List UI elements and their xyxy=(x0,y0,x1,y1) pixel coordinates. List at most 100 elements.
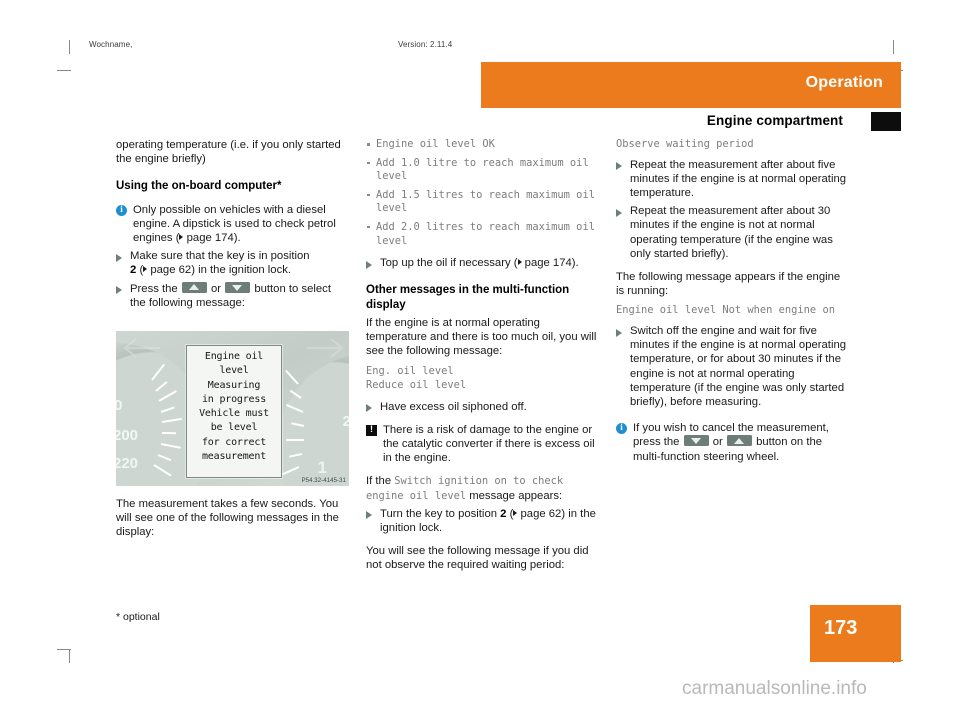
page-ref-icon xyxy=(513,509,518,516)
step-press-lead: Press the xyxy=(130,282,178,295)
turnkey-pageref: page 62 xyxy=(520,507,562,520)
section-row: Engine compartment xyxy=(481,112,901,134)
step-triangle-icon xyxy=(366,404,372,413)
heading-onboard-computer-text: Using the on-board computer xyxy=(116,180,277,193)
message-observe-waiting: Observe waiting period xyxy=(616,138,754,150)
step-triangle-icon xyxy=(116,253,122,262)
step-repeat-five-min: Repeat the measurement after about five … xyxy=(616,158,849,201)
message-excess-line1: Eng. oil level xyxy=(366,365,454,378)
ghost-arrow-right-icon xyxy=(305,337,345,359)
topup-tail: ). xyxy=(571,257,579,270)
mfd-line: in progress xyxy=(201,393,267,405)
after-figure-block: The measurement takes a few seconds. You… xyxy=(116,497,349,540)
section-tab-marker xyxy=(871,112,901,131)
crop-mark-bottom-left xyxy=(69,649,70,663)
step-repeat-thirty-min: Repeat the measurement after about 30 mi… xyxy=(616,204,849,261)
para-engine-running: The following message appears if the eng… xyxy=(616,271,841,298)
dial-label-200: 200 xyxy=(116,427,139,444)
dial-label-right: 2 xyxy=(342,413,349,430)
chevron-up-icon xyxy=(188,284,199,291)
step-top-up-oil-text: Top up the oil if necessary ( page 174). xyxy=(380,256,599,270)
ifthe-tail: message appears: xyxy=(469,489,563,502)
para-too-much-oil: If the engine is at normal operating tem… xyxy=(366,316,597,358)
step-triangle-icon xyxy=(616,208,622,217)
multifunction-display-screen: Engine oil level Measuring in progress V… xyxy=(186,345,282,478)
cancel-or: or xyxy=(712,436,723,449)
mfd-line: be level xyxy=(210,422,258,434)
message-not-when-engine-on: Engine oil level Not when engine on xyxy=(616,304,835,317)
crop-mark-left-upper xyxy=(57,70,71,71)
gear-indicator: 1 xyxy=(317,458,327,477)
topup-pageref: page 174 xyxy=(524,257,572,270)
column-right: Observe waiting period Repeat the measur… xyxy=(616,138,849,464)
rocker-down-button-icon[interactable] xyxy=(683,435,709,447)
bullet-dot-icon xyxy=(367,161,370,165)
dial-tick xyxy=(286,439,304,441)
heading-other-messages: Other messages in the multi-function dis… xyxy=(366,284,570,311)
step-turn-key-text: Turn the key to position 2 ( page 62) in… xyxy=(380,507,599,535)
step-key-value: 2 xyxy=(130,264,137,277)
page-ref-icon xyxy=(179,234,184,241)
dial-tick xyxy=(161,432,177,435)
dial-label-0: 0 xyxy=(116,397,123,414)
info-note-diesel: Only possible on vehicles with a diesel … xyxy=(116,203,349,246)
step-siphon-oil-text: Have excess oil siphoned off. xyxy=(380,400,527,413)
info-note-cancel: If you wish to cancel the measurement, p… xyxy=(616,421,849,464)
chapter-title: Operation xyxy=(805,74,883,91)
step-repeat-thirty-min-text: Repeat the measurement after about 30 mi… xyxy=(630,205,833,260)
step-key-position-text: Make sure that the key is in position 2 (… xyxy=(130,249,349,277)
mfd-line: level xyxy=(219,365,249,377)
step-key-pageref: page 62 xyxy=(150,264,192,277)
heading-footnote-star: * xyxy=(277,180,282,193)
display-message-item: Add 2.0 litres to reach maximum oil leve… xyxy=(366,221,599,248)
rocker-down-button-icon[interactable] xyxy=(225,281,251,293)
page-ref-icon xyxy=(143,266,148,273)
step-key-tail: ) in the ignition lock. xyxy=(191,264,292,277)
step-triangle-icon xyxy=(616,328,622,337)
prepress-left-text: Wochname, xyxy=(89,41,133,49)
step-triangle-icon xyxy=(366,511,372,520)
dial-label-220: 220 xyxy=(116,455,139,472)
ifthe-lead: If the xyxy=(366,475,392,488)
step-triangle-icon xyxy=(116,286,122,295)
arrow-left-svg xyxy=(123,338,160,358)
crop-mark-top-right xyxy=(893,40,894,54)
mfd-line: Engine oil xyxy=(204,351,264,362)
step-triangle-icon xyxy=(366,260,372,269)
mfd-line: for correct xyxy=(201,436,267,448)
mfd-line: Vehicle must xyxy=(199,408,269,420)
mfd-line: Measuring xyxy=(207,379,261,391)
after-figure-text: The measurement takes a few seconds. You… xyxy=(116,498,339,539)
step-triangle-icon xyxy=(616,162,622,171)
rocker-up-button-icon[interactable] xyxy=(181,281,207,293)
section-title: Engine compartment xyxy=(706,113,843,128)
chevron-down-icon xyxy=(690,438,701,445)
turnkey-value: 2 xyxy=(500,507,507,520)
prepress-right-text: Version: 2.11.4 xyxy=(398,41,453,49)
crop-mark-top-left xyxy=(69,40,70,54)
step-siphon-oil: Have excess oil siphoned off. xyxy=(366,400,599,414)
arrow-right-svg xyxy=(307,338,344,358)
warning-note-excess-oil: There is a risk of damage to the engine … xyxy=(366,423,599,466)
warning-icon xyxy=(366,424,377,437)
warning-note-text: There is a risk of damage to the engine … xyxy=(383,423,595,465)
page-number: 173 xyxy=(824,617,858,639)
bullet-dot-icon xyxy=(367,193,370,197)
figure-code-label: P54.32-4145-31 xyxy=(301,478,346,484)
instrument-cluster-figure: 0 200 220 2 Engine oil level Measuring i… xyxy=(116,331,349,486)
info-note-text: Only possible on vehicles with a diesel … xyxy=(133,203,349,246)
bullet-dot-icon xyxy=(367,143,370,146)
step-switch-off-engine-text: Switch off the engine and wait for five … xyxy=(630,325,847,409)
mfd-line: measurement xyxy=(201,451,267,463)
para-waiting-period: You will see the following message if yo… xyxy=(366,545,589,572)
page-number-block: 173 xyxy=(810,605,901,662)
display-message-item: Add 1.5 litres to reach maximum oil leve… xyxy=(366,189,599,216)
display-message-text: Add 1.0 litre to reach maximum oil level xyxy=(376,156,589,183)
rocker-up-button-icon[interactable] xyxy=(726,435,752,447)
step-key-position: Make sure that the key is in position 2 (… xyxy=(116,249,349,277)
column-left: operating temperature (i.e. if you only … xyxy=(116,138,349,310)
para-switch-ignition: If the Switch ignition on to check engin… xyxy=(366,474,599,502)
chapter-banner: Operation xyxy=(481,62,901,108)
step-key-lead: Make sure that the key is in position xyxy=(130,250,310,263)
display-message-item: Engine oil level OK xyxy=(366,138,599,152)
